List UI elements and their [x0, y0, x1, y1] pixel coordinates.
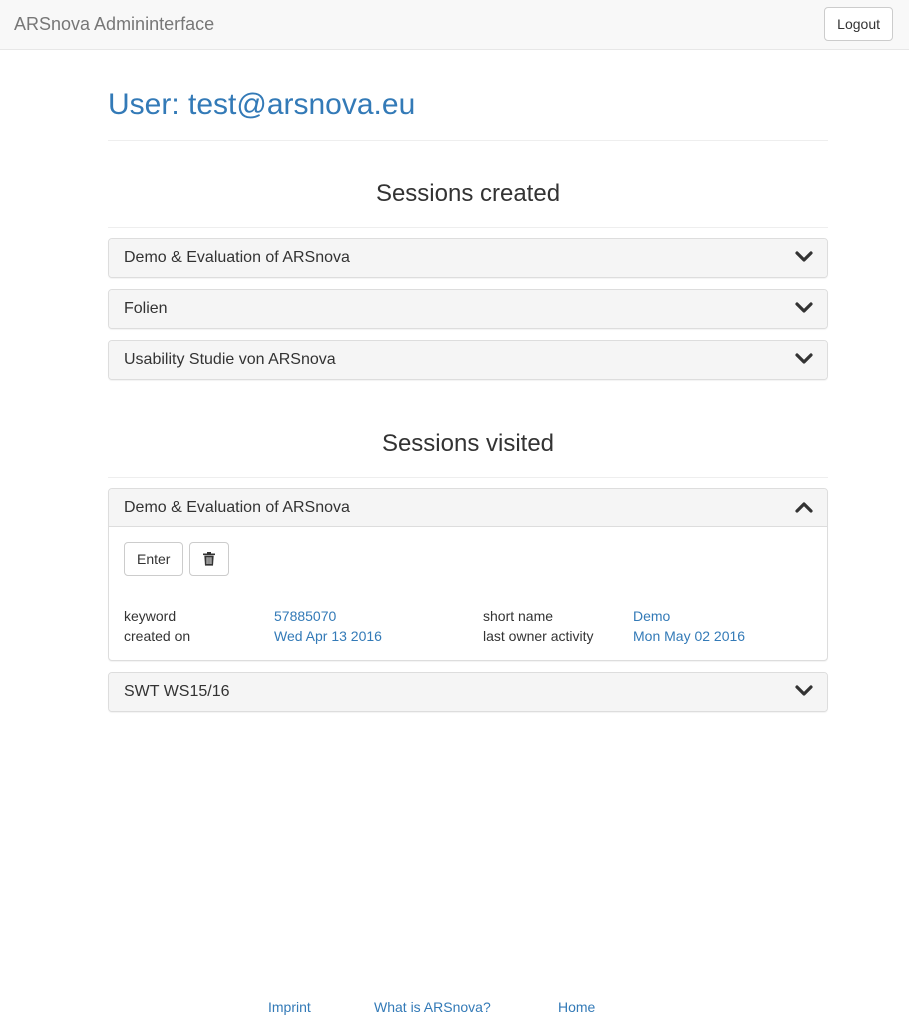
- session-details: keyword 57885070 short name Demo created…: [124, 606, 812, 646]
- last-owner-activity-label: last owner activity: [483, 628, 594, 644]
- keyword-value: 57885070: [274, 608, 337, 624]
- session-panel-header[interactable]: Demo & Evaluation of ARSnova: [109, 489, 827, 527]
- chevron-down-icon: [795, 302, 813, 313]
- footer-link-home[interactable]: Home: [558, 997, 595, 1017]
- created-on-value: Wed Apr 13 2016: [274, 628, 382, 644]
- session-panel-header[interactable]: SWT WS15/16: [109, 673, 827, 711]
- main-content: User: test@arsnova.eu Sessions created D…: [108, 50, 828, 723]
- sessions-visited-heading: Sessions visited: [108, 391, 828, 478]
- last-owner-activity-value: Mon May 02 2016: [633, 628, 746, 644]
- session-actions: Enter: [124, 542, 812, 576]
- trash-icon: [203, 552, 216, 566]
- sessions-created-heading: Sessions created: [108, 141, 828, 228]
- created-on-label: created on: [124, 628, 191, 644]
- chevron-down-icon: [795, 353, 813, 364]
- session-title: SWT WS15/16: [124, 683, 230, 700]
- short-name-value: Demo: [633, 608, 671, 624]
- footer-link-imprint[interactable]: Imprint: [268, 997, 311, 1017]
- enter-button[interactable]: Enter: [124, 542, 184, 576]
- session-title: Demo & Evaluation of ARSnova: [124, 499, 350, 516]
- page-title: User: test@arsnova.eu: [108, 50, 828, 141]
- short-name-label: short name: [483, 608, 554, 624]
- footer: Imprint What is ARSnova? Home: [0, 997, 909, 1017]
- footer-link-what-is-arsnova[interactable]: What is ARSnova?: [374, 997, 491, 1017]
- delete-button[interactable]: [189, 542, 230, 576]
- session-panel-expanded: Demo & Evaluation of ARSnova Enter keywo…: [108, 488, 828, 661]
- session-panel-header[interactable]: Usability Studie von ARSnova: [109, 341, 827, 379]
- chevron-down-icon: [795, 251, 813, 262]
- logout-button[interactable]: Logout: [824, 7, 893, 41]
- session-panel: Demo & Evaluation of ARSnova: [108, 238, 828, 278]
- keyword-label: keyword: [124, 608, 177, 624]
- top-navbar: ARSnova Admininterface Logout: [0, 0, 909, 50]
- session-title: Usability Studie von ARSnova: [124, 351, 336, 368]
- session-panel-header[interactable]: Demo & Evaluation of ARSnova: [109, 239, 827, 277]
- session-details-body: Enter keyword 57885070 short name Demo c…: [109, 527, 827, 660]
- session-panel-header[interactable]: Folien: [109, 290, 827, 328]
- chevron-up-icon: [795, 502, 813, 513]
- brand-link[interactable]: ARSnova Admininterface: [14, 13, 214, 35]
- session-panel: Usability Studie von ARSnova: [108, 340, 828, 380]
- session-panel: SWT WS15/16: [108, 672, 828, 712]
- chevron-down-icon: [795, 685, 813, 696]
- session-panel: Folien: [108, 289, 828, 329]
- session-title: Demo & Evaluation of ARSnova: [124, 249, 350, 266]
- session-title: Folien: [124, 300, 168, 317]
